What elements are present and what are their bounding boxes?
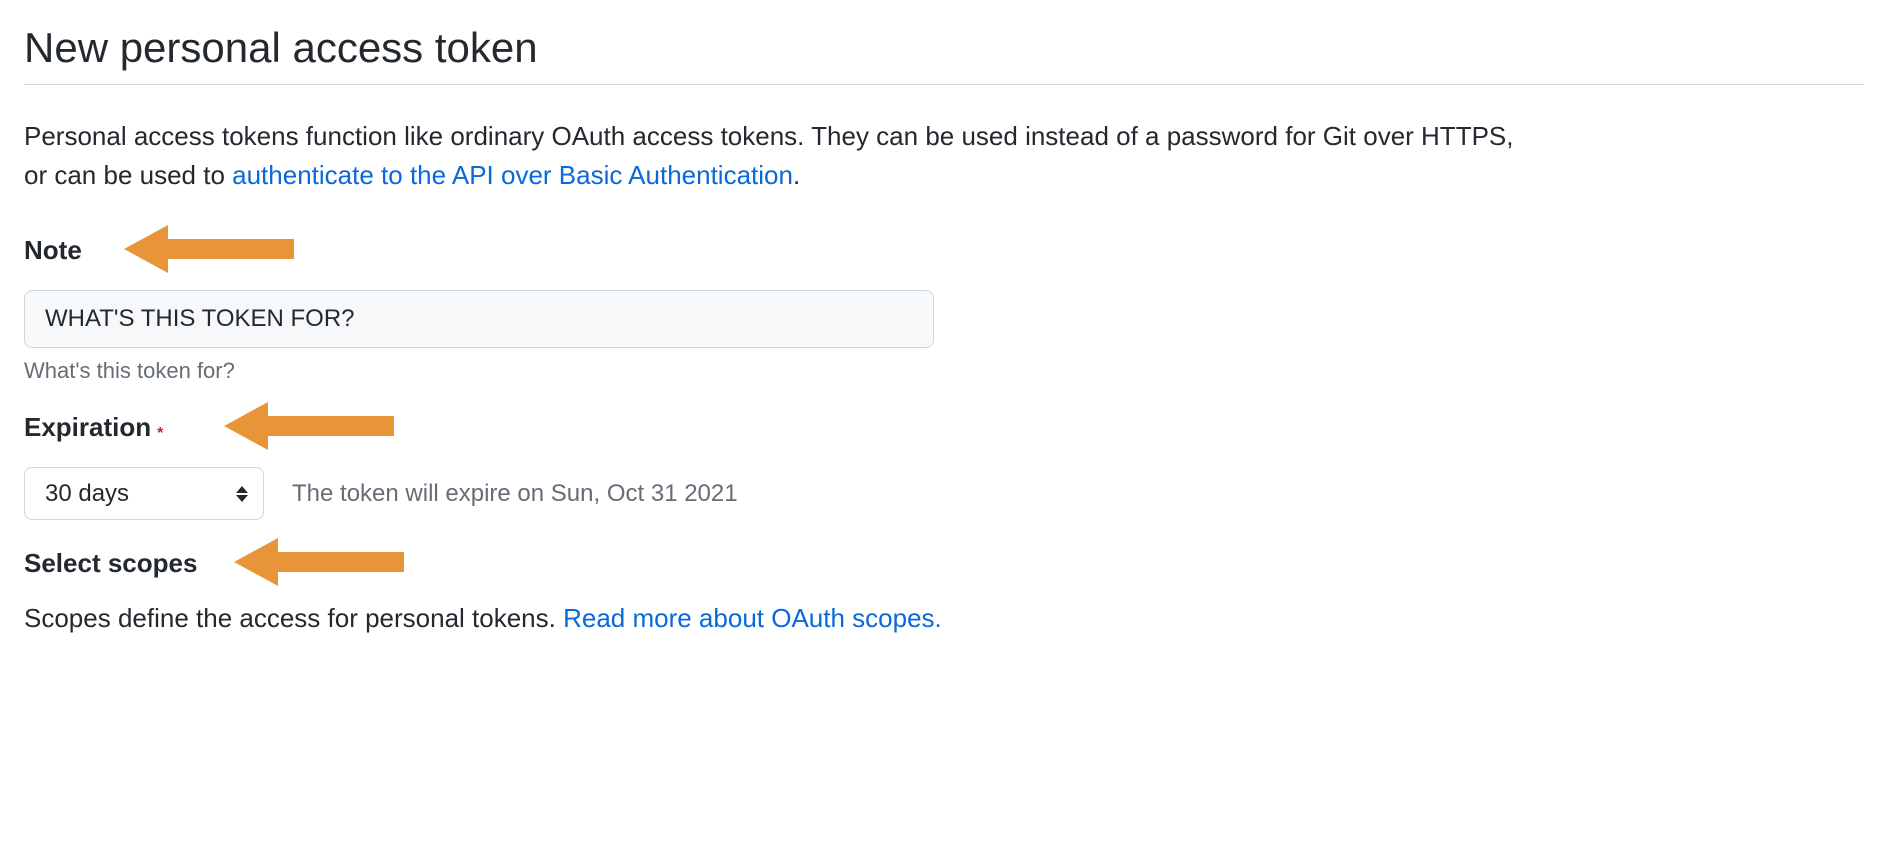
token-description: Personal access tokens function like ord… — [24, 117, 1524, 195]
oauth-scopes-link[interactable]: Read more about OAuth scopes. — [563, 603, 942, 633]
authenticate-api-link[interactable]: authenticate to the API over Basic Authe… — [232, 160, 793, 190]
scopes-description: Scopes define the access for personal to… — [24, 603, 1864, 634]
scopes-description-text: Scopes define the access for personal to… — [24, 603, 563, 633]
description-text-suffix: . — [793, 160, 800, 190]
expiration-label: Expiration — [24, 412, 151, 443]
scopes-label: Select scopes — [24, 548, 197, 579]
page-title: New personal access token — [24, 24, 1864, 85]
required-asterisk: * — [157, 425, 163, 443]
note-help-text: What's this token for? — [24, 358, 1864, 384]
note-field-group: Note What's this token for? — [24, 235, 1864, 384]
arrow-annotation-icon — [124, 221, 304, 277]
arrow-annotation-icon — [224, 398, 404, 454]
expiration-select-wrapper: 30 days — [24, 467, 264, 520]
scopes-field-group: Select scopes Scopes define the access f… — [24, 548, 1864, 634]
expiration-field-group: Expiration * 30 days The token will expi… — [24, 412, 1864, 520]
note-input[interactable] — [24, 290, 934, 348]
note-label: Note — [24, 235, 82, 266]
expiration-select[interactable]: 30 days — [24, 467, 264, 520]
expiration-info-text: The token will expire on Sun, Oct 31 202… — [292, 480, 738, 508]
arrow-annotation-icon — [234, 534, 414, 590]
